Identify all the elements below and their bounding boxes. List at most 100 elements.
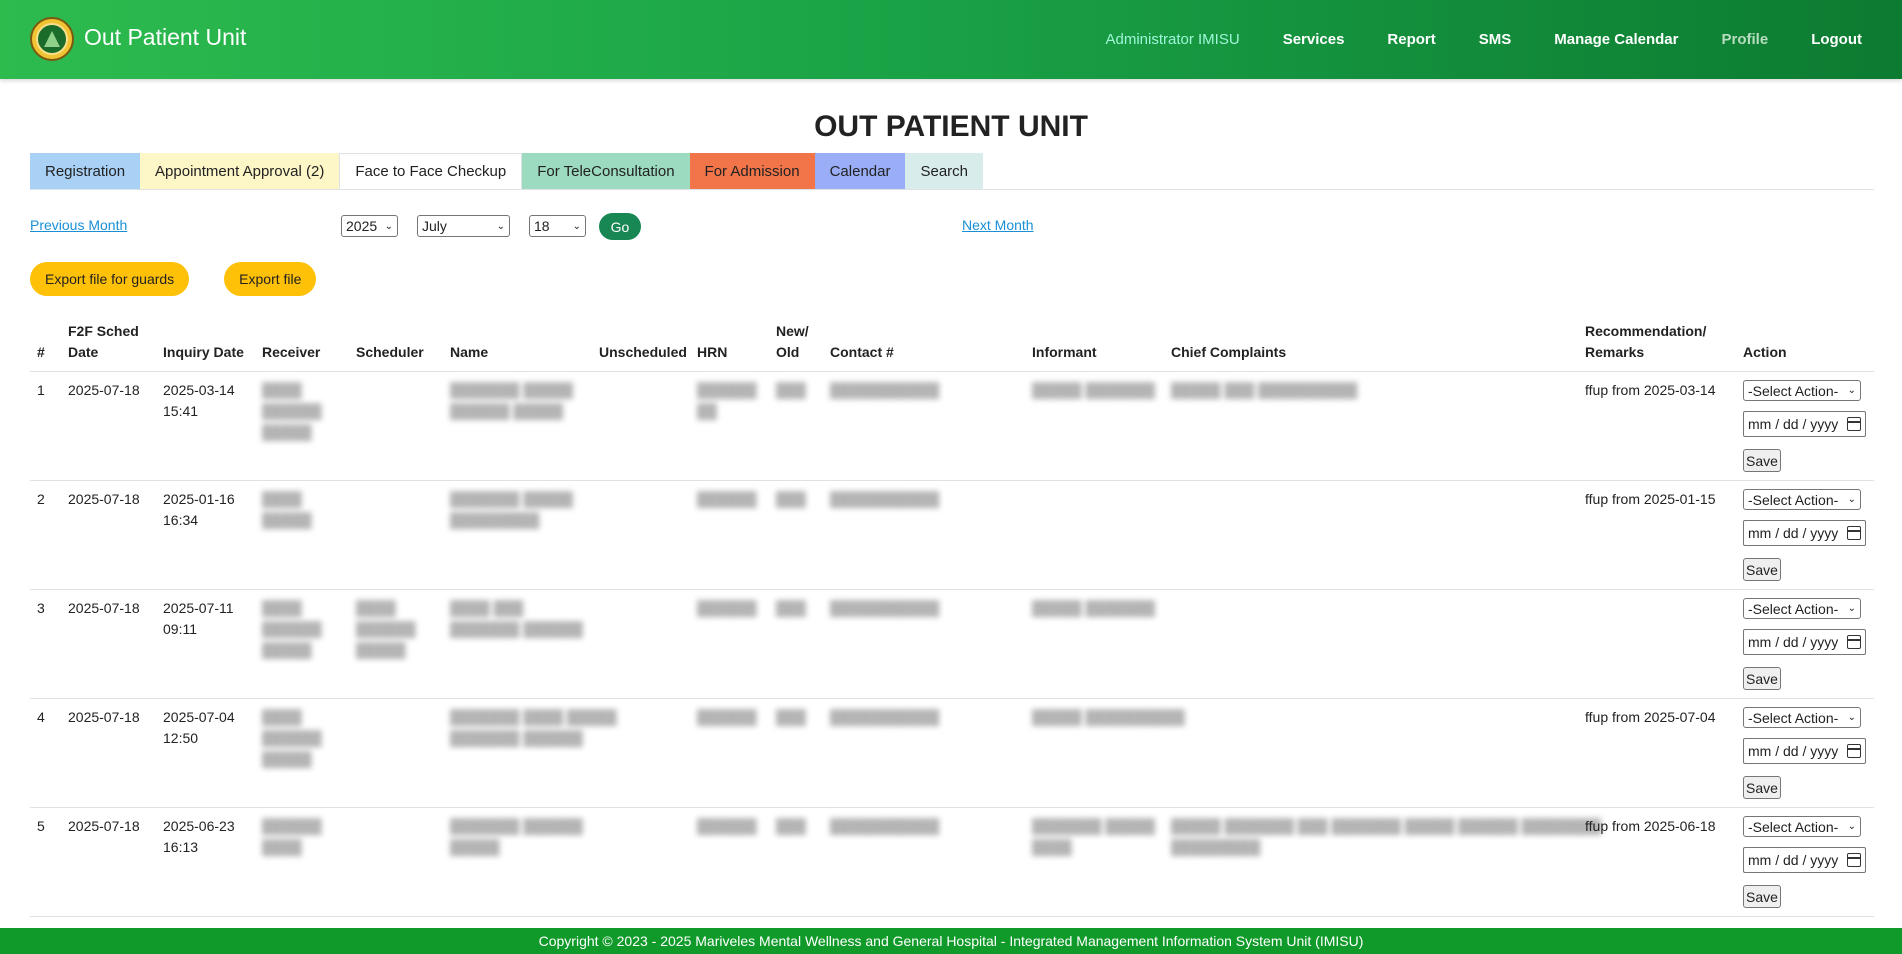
col-header-recommendation-remarks: Recommendation/Remarks — [1585, 323, 1707, 360]
page-title: OUT PATIENT UNIT — [814, 110, 1088, 143]
inquiry-date: 2025-01-16 16:34 — [163, 491, 235, 528]
new-old-redacted: ███ — [776, 709, 806, 725]
col-header-action: Action — [1743, 344, 1787, 360]
receiver-redacted: ████ ██████ █████ — [262, 382, 322, 440]
table-row: 1 2025-07-18 2025-03-14 15:41 ████ ██████ █… — [30, 372, 1874, 481]
informant-redacted: █████ ███████ — [1032, 382, 1155, 398]
receiver-redacted: ████ ██████ █████ — [262, 709, 322, 767]
chevron-down-icon: ⌄ — [1847, 603, 1856, 614]
table-row: 2 2025-07-18 2025-01-16 16:34 ████ █████ █… — [30, 481, 1874, 590]
row-number: 1 — [37, 382, 45, 398]
nav-item-logout[interactable]: Logout — [1811, 31, 1862, 48]
month-select[interactable]: July ⌄ — [417, 215, 510, 237]
name-redacted: ███████ █████ ██████ █████ — [450, 382, 573, 419]
col-header-unscheduled: Unscheduled — [599, 344, 687, 360]
tab-for-admission[interactable]: For Admission — [689, 153, 815, 189]
action-date-input[interactable]: mm / dd / yyyy — [1743, 629, 1866, 655]
previous-month-link[interactable]: Previous Month — [30, 217, 127, 233]
day-select[interactable]: 18 ⌄ — [529, 215, 586, 237]
nav-item-sms[interactable]: SMS — [1479, 31, 1512, 48]
day-select-value: 18 — [534, 218, 550, 234]
receiver-redacted: ████ █████ — [262, 491, 312, 528]
save-button[interactable]: Save — [1743, 449, 1781, 472]
save-button[interactable]: Save — [1743, 776, 1781, 799]
receiver-redacted: ██████ ████ — [262, 818, 322, 855]
action-date-input[interactable]: mm / dd / yyyy — [1743, 738, 1866, 764]
nav-item-profile[interactable]: Profile — [1722, 31, 1769, 48]
contact-redacted: ███████████ — [830, 382, 940, 398]
action-date-input[interactable]: mm / dd / yyyy — [1743, 847, 1866, 873]
hrn-redacted: ██████ — [697, 491, 757, 507]
col-header-scheduler: Scheduler — [356, 344, 424, 360]
col-header-chief-complaints: Chief Complaints — [1171, 344, 1287, 360]
export-file-button[interactable]: Export file — [224, 262, 317, 296]
inquiry-date: 2025-06-23 16:13 — [163, 818, 235, 855]
row-number: 2 — [37, 491, 45, 507]
action-select[interactable]: -Select Action- ⌄ — [1743, 598, 1861, 619]
tab-appointment-approval[interactable]: Appointment Approval (2) — [140, 153, 340, 189]
action-select[interactable]: -Select Action- ⌄ — [1743, 707, 1861, 728]
chief-complaints-redacted: █████ ███████ ███ ███████ █████ ██████ █… — [1171, 818, 1602, 855]
f2f-sched-date: 2025-07-18 — [68, 818, 140, 834]
col-header-number: # — [37, 344, 45, 360]
action-select[interactable]: -Select Action- ⌄ — [1743, 489, 1861, 510]
col-header-new-old: New/Old — [776, 323, 809, 360]
chief-complaints-redacted: █████ ███ ██████████ — [1171, 382, 1358, 398]
nav-item-admin-user[interactable]: Administrator IMISU — [1105, 31, 1239, 48]
f2f-sched-date: 2025-07-18 — [68, 600, 140, 616]
remarks: ffup from 2025-06-18 — [1585, 818, 1716, 834]
table-header: # F2F Sched Date Inquiry Date Receiver Sc… — [30, 320, 1874, 372]
brand-title[interactable]: Out Patient Unit — [84, 24, 246, 51]
new-old-redacted: ███ — [776, 818, 806, 834]
month-select-value: July — [422, 218, 447, 234]
tab-teleconsultation[interactable]: For TeleConsultation — [522, 153, 690, 189]
action-date-input[interactable]: mm / dd / yyyy — [1743, 520, 1866, 546]
remarks: ffup from 2025-07-04 — [1585, 709, 1716, 725]
col-header-hrn: HRN — [697, 344, 728, 360]
remarks: ffup from 2025-01-15 — [1585, 491, 1716, 507]
export-file-for-guards-button[interactable]: Export file for guards — [30, 262, 190, 296]
tab-registration[interactable]: Registration — [30, 153, 141, 189]
nav-item-services[interactable]: Services — [1283, 31, 1345, 48]
year-select-value: 2025 — [346, 218, 378, 234]
col-header-name: Name — [450, 344, 489, 360]
top-navbar: Out Patient Unit Administrator IMISU Ser… — [0, 0, 1902, 79]
tab-search[interactable]: Search — [905, 153, 983, 189]
chevron-down-icon: ⌄ — [496, 220, 505, 232]
action-select[interactable]: -Select Action- ⌄ — [1743, 380, 1861, 401]
nav-item-manage-calendar[interactable]: Manage Calendar — [1554, 31, 1678, 48]
nav-item-report[interactable]: Report — [1387, 31, 1435, 48]
save-button[interactable]: Save — [1743, 885, 1781, 908]
hospital-logo-icon — [30, 17, 74, 61]
calendar-icon — [1847, 853, 1861, 867]
inquiry-date: 2025-07-04 12:50 — [163, 709, 235, 746]
col-header-f2f-sched-date: F2F Sched Date — [68, 323, 139, 360]
go-button[interactable]: Go — [599, 213, 641, 240]
year-select[interactable]: 2025 ⌄ — [341, 215, 398, 237]
calendar-icon — [1847, 526, 1861, 540]
chevron-down-icon: ⌄ — [572, 220, 581, 232]
export-actions: Export file for guards Export file — [30, 262, 351, 296]
tab-face-to-face-checkup[interactable]: Face to Face Checkup — [339, 153, 523, 189]
remarks: ffup from 2025-03-14 — [1585, 382, 1716, 398]
calendar-icon — [1847, 744, 1861, 758]
table-row: 4 2025-07-18 2025-07-04 12:50 ████ ██████ █… — [30, 699, 1874, 808]
action-date-input[interactable]: mm / dd / yyyy — [1743, 411, 1866, 437]
save-button[interactable]: Save — [1743, 667, 1781, 690]
nav-menu: Administrator IMISU Services Report SMS … — [1105, 0, 1902, 79]
row-number: 4 — [37, 709, 45, 725]
tab-calendar[interactable]: Calendar — [814, 153, 906, 189]
checkup-table: # F2F Sched Date Inquiry Date Receiver Sc… — [30, 320, 1874, 917]
next-month-link[interactable]: Next Month — [962, 217, 1034, 233]
save-button[interactable]: Save — [1743, 558, 1781, 581]
new-old-redacted: ███ — [776, 600, 806, 616]
f2f-sched-date: 2025-07-18 — [68, 709, 140, 725]
hrn-redacted: ██████ ██ — [697, 382, 757, 419]
section-tabs: Registration Appointment Approval (2) Fa… — [30, 153, 983, 189]
name-redacted: ███████ █████ █████████ — [450, 491, 573, 528]
scheduler-redacted: ████ ██████ █████ — [356, 600, 416, 658]
col-header-receiver: Receiver — [262, 344, 321, 360]
chevron-down-icon: ⌄ — [1847, 494, 1856, 505]
action-select[interactable]: -Select Action- ⌄ — [1743, 816, 1861, 837]
name-redacted: ████ ███ ███████ ██████ — [450, 600, 583, 637]
